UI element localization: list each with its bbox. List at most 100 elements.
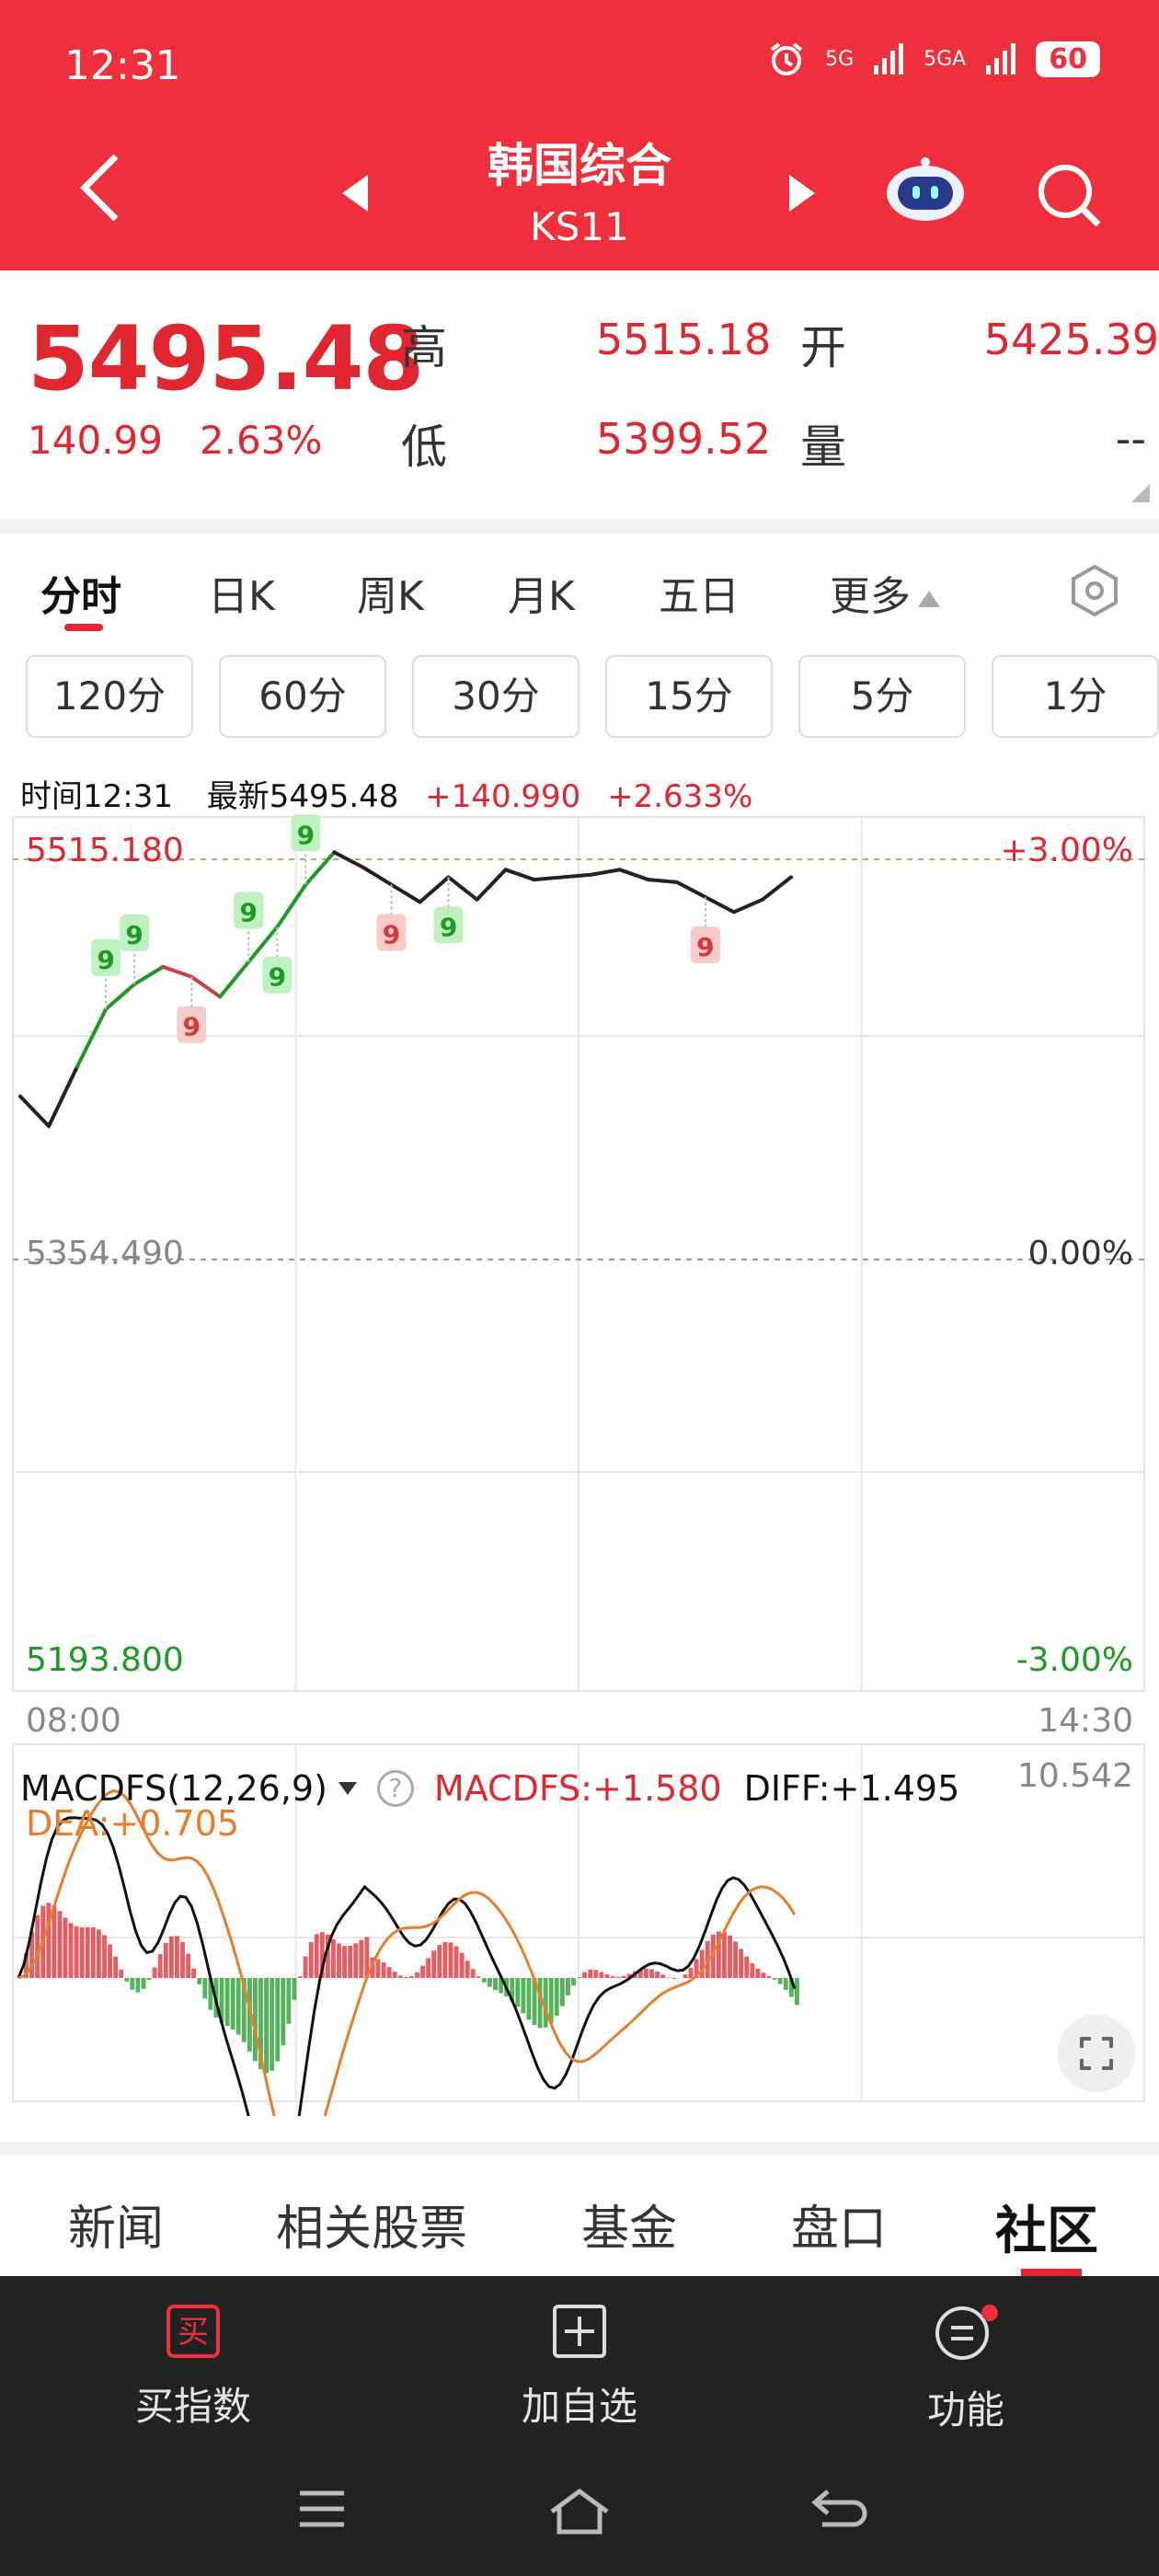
home-nav-icon[interactable] (546, 2486, 613, 2537)
high-label: 高 (401, 321, 447, 374)
network-label-2: 5GA (924, 47, 967, 71)
price-segment (760, 875, 793, 902)
macd-max-value: 10.542 (1017, 1757, 1133, 1795)
back-arrow-icon[interactable] (77, 151, 123, 224)
y-label-top: 5515.180 (26, 832, 184, 869)
divider (0, 519, 1159, 534)
tab-community[interactable]: 社区 (995, 2190, 1098, 2264)
period-30m-button[interactable]: 30分 (412, 655, 580, 738)
tab-funds[interactable]: 基金 (581, 2190, 677, 2259)
period-120m-button[interactable]: 120分 (26, 655, 193, 738)
macd-bar (386, 1967, 392, 1978)
macd-bar (270, 1978, 275, 2071)
back-nav-icon[interactable] (809, 2486, 870, 2537)
macd-bar (397, 1975, 403, 1978)
buy-index-button[interactable]: 买 买指数 (101, 2304, 285, 2432)
macd-bar (191, 1968, 197, 1978)
tab-order-book[interactable]: 盘口 (791, 2190, 887, 2259)
macd-bar (264, 1978, 270, 2074)
next-index-icon[interactable] (789, 175, 815, 212)
period-1m-button[interactable]: 1分 (992, 655, 1159, 738)
signal-marker-text: 9 (182, 1012, 200, 1042)
help-icon[interactable]: ? (376, 1770, 414, 1807)
search-icon[interactable] (1034, 160, 1104, 230)
add-watchlist-button[interactable]: 加自选 (488, 2304, 671, 2432)
chart-tabs: 分时 日K 周K 月K 五日 更多 (0, 534, 1159, 644)
macd-bar (744, 1956, 750, 1978)
volume-label: 量 (800, 420, 846, 474)
macd-bar (281, 1978, 286, 2045)
macd-bar (186, 1953, 191, 1978)
expand-corner-icon[interactable] (1131, 484, 1150, 502)
macd-bar (554, 1978, 559, 2017)
macd-bar (331, 1938, 336, 1978)
macd-bar (286, 1978, 292, 2024)
macd-bar (448, 1942, 453, 1978)
price-segment (47, 1064, 80, 1129)
macd-bar (292, 1978, 297, 2000)
signal-marker-text: 9 (240, 897, 258, 927)
macd-bar (615, 1976, 621, 1978)
previous-index-icon[interactable] (342, 175, 368, 212)
tab-monthly-k[interactable]: 月K (508, 563, 575, 622)
price-segment (104, 982, 137, 1011)
content-tabs: 新闻 相关股票 基金 盘口 社区 (0, 2155, 1159, 2276)
macd-bar (604, 1974, 610, 1978)
title-block: 韩国综合 KS11 (396, 129, 763, 249)
macd-bar (124, 1978, 130, 1982)
change-value: 140.99 (28, 418, 163, 463)
price-segment (189, 974, 223, 999)
macd-bar (308, 1941, 314, 1978)
volume-value: -- (1115, 414, 1146, 464)
price-segment (132, 964, 166, 986)
period-15m-button[interactable]: 15分 (605, 655, 773, 738)
caret-up-icon (918, 591, 940, 607)
macd-bar (644, 1968, 648, 1978)
menu-nav-icon[interactable] (294, 2486, 350, 2532)
settings-hexagon-icon[interactable] (1067, 563, 1122, 618)
macd-bar (766, 1976, 772, 1978)
dropdown-icon[interactable] (338, 1782, 357, 1795)
macd-bar (415, 1972, 419, 1978)
macd-bar (671, 1978, 677, 1980)
robot-assistant-icon[interactable] (885, 156, 966, 224)
tab-intraday[interactable]: 分时 (40, 563, 121, 622)
macd-bar (381, 1962, 386, 1978)
price-segment (503, 868, 536, 882)
buy-index-label: 买指数 (134, 2384, 251, 2429)
price-segment (446, 875, 479, 902)
price-segment (475, 868, 508, 902)
current-price: 5495.48 (28, 307, 424, 410)
status-time: 12:31 (64, 42, 181, 89)
alarm-icon (770, 42, 803, 75)
macd-bar (119, 1969, 124, 1978)
tab-news[interactable]: 新闻 (68, 2190, 164, 2259)
macd-bar (794, 1978, 799, 2006)
macd-bar (465, 1961, 470, 1978)
y-label-bottom: 5193.800 (26, 1641, 184, 1679)
period-60m-button[interactable]: 60分 (219, 655, 386, 738)
page-title: 韩国综合 (488, 139, 671, 192)
macd-bar (476, 1976, 481, 1978)
buy-icon: 买 (166, 2305, 220, 2358)
status-icons: 5G 5GA 60 (768, 40, 1100, 77)
tab-weekly-k[interactable]: 周K (357, 563, 424, 622)
x-label-end: 14:30 (1038, 1702, 1133, 1740)
tab-five-day[interactable]: 五日 (659, 563, 740, 622)
tab-more[interactable]: 更多 (830, 563, 940, 622)
tab-daily-k[interactable]: 日K (208, 563, 275, 622)
tab-related-stocks[interactable]: 相关股票 (276, 2190, 467, 2259)
period-5m-button[interactable]: 5分 (798, 655, 966, 738)
network-label-1: 5G (825, 47, 855, 71)
macd-bar (359, 1939, 364, 1978)
macd-bar (683, 1974, 688, 1978)
functions-button[interactable]: 功能 (874, 2304, 1058, 2435)
fullscreen-icon[interactable] (1058, 2015, 1135, 2092)
macd-bar (521, 1978, 526, 2014)
price-segment (418, 875, 451, 904)
macd-bar (353, 1943, 359, 1978)
y-label-mid: 5354.490 (26, 1235, 184, 1272)
macd-bar (97, 1929, 101, 1978)
signal-marker-text: 9 (297, 821, 315, 851)
intraday-chart[interactable]: 9999999 99 (0, 810, 1159, 2116)
